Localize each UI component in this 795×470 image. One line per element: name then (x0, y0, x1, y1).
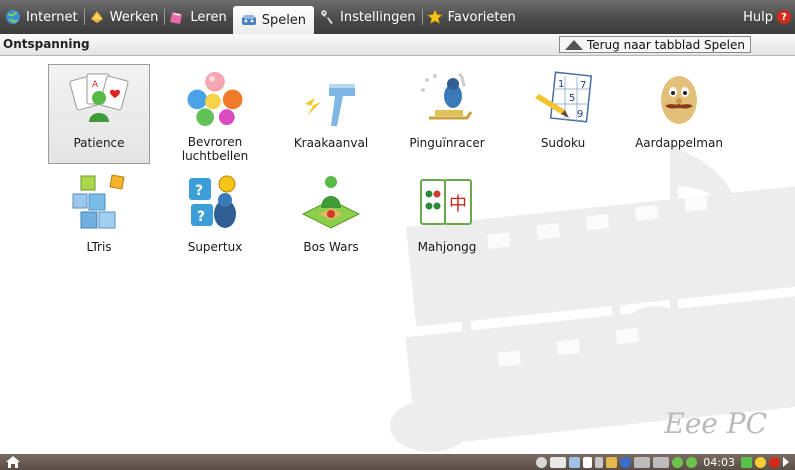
svg-text:?: ? (197, 209, 205, 225)
taskbar: 04:03 (0, 454, 795, 470)
patience-icon: A (69, 73, 129, 122)
app-mahjongg[interactable]: 中 Mahjongg (396, 168, 498, 268)
desktop-icon[interactable] (741, 456, 752, 468)
help-button[interactable]: Hulp ? (743, 0, 791, 34)
hammer-icon (305, 84, 355, 126)
back-button-label: Terug naar tabblad Spelen (586, 37, 745, 52)
back-to-tab-button[interactable]: Terug naar tabblad Spelen (558, 36, 751, 53)
smiley-icon[interactable] (755, 456, 766, 468)
arrow-up-icon (564, 39, 583, 50)
bubbles-icon (187, 71, 243, 127)
app-aardappelman[interactable]: Aardappelman (628, 64, 730, 164)
bluetooth-icon[interactable] (620, 456, 632, 468)
svg-text:A: A (92, 80, 99, 90)
app-bevroren-luchtbellen[interactable]: Bevroren luchtbellen (164, 64, 266, 164)
app-supertux[interactable]: ? ? Supertux (164, 168, 266, 268)
volume-icon[interactable] (583, 456, 593, 468)
tab-spelen[interactable]: Spelen (232, 6, 315, 34)
app-label: Supertux (187, 240, 243, 254)
app-label: Bevroren luchtbellen (181, 135, 249, 163)
arrow-right-icon[interactable] (783, 457, 789, 467)
tab-label: Instellingen (340, 9, 416, 25)
penguin-sled-icon (421, 72, 473, 120)
boswars-icon (301, 176, 361, 229)
games-icon (241, 15, 256, 25)
sudoku-digit: 7 (580, 80, 586, 91)
sudoku-digit: 5 (569, 93, 575, 104)
tab-bar: Internet Werken Leren Spelen Instellinge… (0, 0, 795, 34)
section-header: Ontspanning Terug naar tabblad Spelen (0, 34, 795, 56)
app-label: Bos Wars (303, 240, 359, 254)
globe-icon (6, 10, 20, 24)
system-tray: 04:03 (536, 455, 789, 469)
storage-icon[interactable] (595, 456, 604, 468)
mahjongg-icon: 中 (420, 179, 472, 225)
app-grid-area: Eee PC A Patience Bevroren luchtbellen K… (0, 56, 795, 454)
clock: 04:03 (703, 455, 735, 469)
help-icon: ? (777, 10, 791, 24)
app-ltris[interactable]: LTris (48, 168, 150, 268)
tab-favorieten[interactable]: Favorieten (421, 0, 522, 34)
mahjongg-glyph: 中 (449, 194, 467, 215)
blocks-icon (72, 174, 125, 229)
app-kraakaanval[interactable]: Kraakaanval (280, 64, 382, 164)
app-pinguinracer[interactable]: Pinguïnracer (396, 64, 498, 164)
tab-label: Internet (26, 9, 78, 25)
app-label: Pinguïnracer (409, 136, 485, 150)
section-title: Ontspanning (3, 37, 90, 51)
svg-text:?: ? (195, 183, 203, 199)
supertux-icon: ? ? (189, 175, 236, 228)
time-icon (686, 456, 698, 468)
power-icon[interactable] (769, 456, 780, 468)
tab-internet[interactable]: Internet (0, 0, 84, 34)
app-label: Patience (73, 136, 125, 150)
keyboard-icon[interactable] (569, 456, 581, 468)
app-patience[interactable]: A Patience (48, 64, 150, 164)
app-label: Kraakaanval (293, 136, 369, 150)
app-label: LTris (86, 240, 112, 254)
app-sudoku[interactable]: 1 7 5 9 Sudoku (512, 64, 614, 164)
tab-werken[interactable]: Werken (83, 0, 165, 34)
tab-label: Werken (109, 9, 159, 25)
display-icon[interactable] (653, 456, 670, 468)
app-bos-wars[interactable]: Bos Wars (280, 168, 382, 268)
app-label: Aardappelman (635, 136, 723, 150)
app-label: Mahjongg (417, 240, 477, 254)
star-icon (426, 9, 443, 25)
learn-icon (170, 12, 183, 24)
work-icon (90, 11, 103, 23)
eeepc-watermark: Eee PC (664, 407, 767, 440)
updates-icon[interactable] (672, 456, 684, 468)
app-label: Sudoku (540, 136, 586, 150)
home-icon[interactable] (6, 456, 20, 468)
tab-instellingen[interactable]: Instellingen (314, 0, 422, 34)
battery-icon[interactable] (550, 456, 567, 468)
tab-label: Favorieten (447, 9, 516, 25)
network-icon[interactable] (536, 456, 548, 468)
tab-leren[interactable]: Leren (164, 0, 232, 34)
help-label: Hulp (743, 9, 773, 25)
sudoku-digit: 9 (577, 109, 583, 120)
potato-icon (661, 76, 697, 124)
wifi-icon[interactable] (634, 456, 651, 468)
settings-icon (321, 10, 334, 24)
sudoku-digit: 1 (558, 79, 564, 90)
tab-label: Spelen (261, 12, 307, 28)
sudoku-icon: 1 7 5 9 (535, 71, 593, 123)
ethernet-icon[interactable] (606, 456, 618, 468)
tab-label: Leren (190, 9, 227, 25)
